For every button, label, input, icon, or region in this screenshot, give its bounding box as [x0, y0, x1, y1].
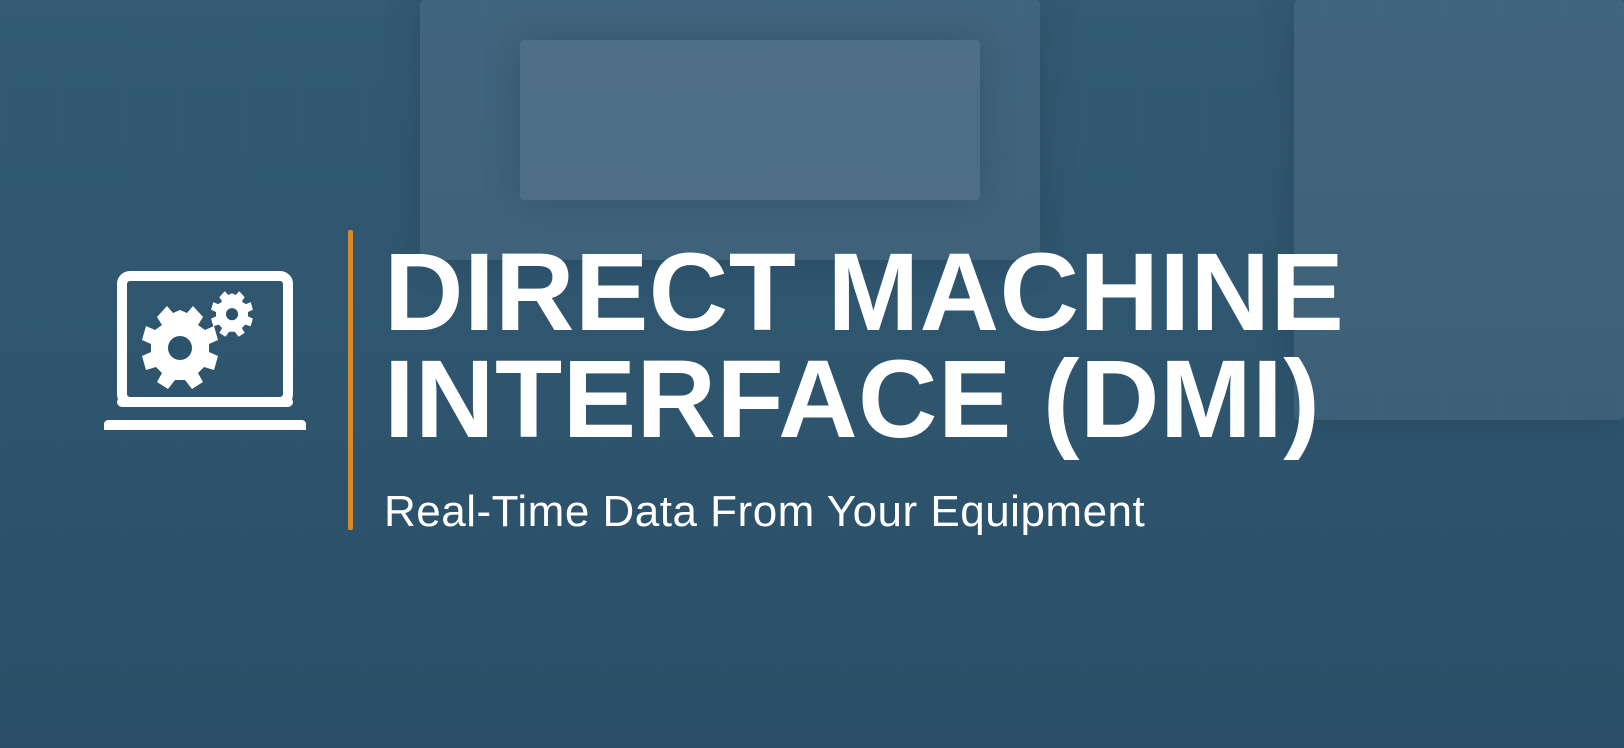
accent-divider	[348, 230, 353, 530]
laptop-gears-icon	[100, 270, 310, 440]
hero-icon-wrap	[100, 240, 310, 440]
headline-line-1: DIRECT MACHINE	[384, 231, 1344, 354]
gear-small-icon	[211, 291, 253, 337]
hero-subheadline: Real-Time Data From Your Equipment	[384, 487, 1344, 537]
hero-headline: DIRECT MACHINE INTERFACE (DMI)	[384, 240, 1344, 453]
bg-silhouette-window	[520, 40, 980, 200]
hero-banner: DIRECT MACHINE INTERFACE (DMI) Real-Time…	[0, 0, 1624, 748]
hero-content-row: DIRECT MACHINE INTERFACE (DMI) Real-Time…	[100, 240, 1344, 537]
gear-large-icon	[142, 306, 218, 389]
headline-line-2: INTERFACE (DMI)	[384, 338, 1320, 461]
hero-text-column: DIRECT MACHINE INTERFACE (DMI) Real-Time…	[348, 240, 1344, 537]
